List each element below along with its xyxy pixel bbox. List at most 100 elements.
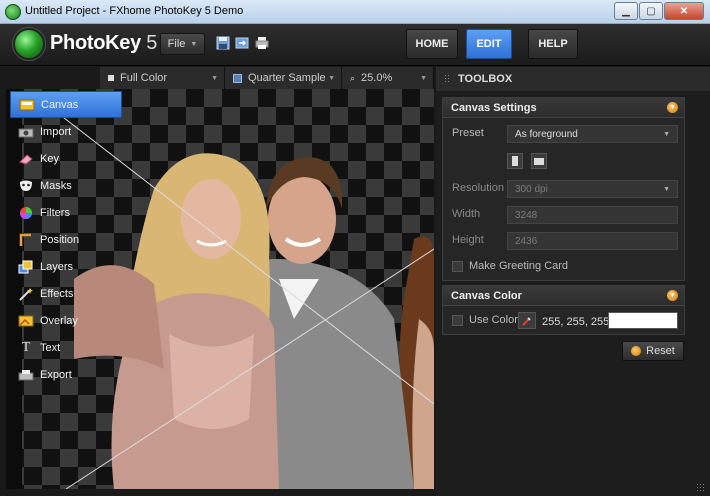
resolution-row: Resolution <box>452 182 512 194</box>
sample-value: Quarter Sample <box>248 72 326 84</box>
mask-icon <box>18 179 34 193</box>
rgb-value: 255, 255, 255 <box>542 316 610 328</box>
sample-icon <box>233 73 242 83</box>
resolution-label: Resolution <box>452 182 504 194</box>
reset-icon <box>631 346 642 356</box>
sidebar-item-key[interactable]: Key <box>10 145 122 172</box>
window-title: Untitled Project - FXhome PhotoKey 5 Dem… <box>25 5 244 17</box>
nav-home-button[interactable]: HOME <box>406 29 458 59</box>
toolbox-title: TOOLBOX <box>458 73 513 85</box>
chevron-down-icon: ▼ <box>663 185 670 193</box>
zoom-select[interactable]: ⌕ 25.0% ▼ <box>342 67 434 89</box>
sidebar-item-overlay[interactable]: Overlay <box>10 307 122 334</box>
preset-value: As foreground <box>515 128 578 140</box>
width-row: Width <box>452 208 512 220</box>
sample-quality-select[interactable]: Quarter Sample ▼ <box>225 67 342 89</box>
sidebar-item-export[interactable]: Export <box>10 361 122 388</box>
logo-name: PhotoKey <box>50 32 141 54</box>
portrait-orientation-button[interactable] <box>507 153 523 169</box>
use-color-row: Use Color <box>452 314 518 326</box>
sidebar-item-import[interactable]: Import <box>10 118 122 145</box>
canvas-icon <box>19 98 35 112</box>
sidebar-item-masks[interactable]: Masks <box>10 172 122 199</box>
sidebar-item-label: Key <box>40 152 59 165</box>
preset-row: Preset <box>452 127 512 139</box>
nav-home-label: HOME <box>415 38 449 50</box>
canvas-color-title: Canvas Color <box>451 289 522 302</box>
width-input[interactable]: 3248 <box>507 206 678 224</box>
sidebar-item-text[interactable]: T Text <box>10 334 122 361</box>
maximize-button[interactable]: ▢ <box>639 2 663 20</box>
layers-icon <box>18 260 34 274</box>
wand-icon <box>18 287 34 301</box>
height-row: Height <box>452 234 512 246</box>
nav-help-label: HELP <box>538 38 568 50</box>
color-mode-select[interactable]: Full Color ▼ <box>100 67 225 89</box>
sidebar-item-layers[interactable]: Layers <box>10 253 122 280</box>
sidebar-item-label: Overlay <box>40 314 78 327</box>
export-icon <box>18 368 34 382</box>
text-icon: T <box>21 339 31 355</box>
sidebar-menu: Canvas Import Key Masks Filters Position Layer… <box>10 91 122 388</box>
greeting-card-row: Make Greeting Card <box>452 260 568 272</box>
sidebar-item-effects[interactable]: Effects <box>10 280 122 307</box>
drag-grip-icon[interactable] <box>444 74 450 84</box>
sidebar-item-position[interactable]: Position <box>10 226 122 253</box>
preset-select[interactable]: As foreground ▼ <box>507 125 678 143</box>
view-toolbar: Full Color ▼ Quarter Sample ▼ ⌕ 25.0% ▼ <box>100 67 434 89</box>
resolution-select[interactable]: 300 dpi ▼ <box>507 180 678 198</box>
height-input[interactable]: 2436 <box>507 232 678 250</box>
color-swatch[interactable] <box>608 312 678 329</box>
nav-help-button[interactable]: HELP <box>528 29 578 59</box>
landscape-icon <box>534 157 544 165</box>
color-mode-value: Full Color <box>120 72 168 84</box>
eraser-icon <box>18 152 34 166</box>
sidebar-item-label: Masks <box>40 179 72 192</box>
file-menu-button[interactable]: File ▼ <box>160 33 205 55</box>
collapse-icon[interactable]: ▼ <box>667 290 678 301</box>
toolbox-header: TOOLBOX <box>436 67 710 91</box>
file-menu-label: File <box>167 38 186 50</box>
sidebar-item-canvas[interactable]: Canvas <box>10 91 122 118</box>
sidebar-item-label: Text <box>40 341 61 354</box>
sidebar-item-filters[interactable]: Filters <box>10 199 122 226</box>
minimize-button[interactable]: ▁ <box>614 2 638 20</box>
height-label: Height <box>452 234 484 246</box>
width-value: 3248 <box>515 209 538 221</box>
app-icon <box>5 4 21 20</box>
greeting-card-checkbox[interactable] <box>452 260 463 272</box>
sidebar-item-label: Filters <box>40 206 70 219</box>
landscape-orientation-button[interactable] <box>531 153 547 169</box>
canvas-settings-title: Canvas Settings <box>451 101 537 114</box>
zoom-value: 25.0% <box>361 72 393 84</box>
chevron-down-icon: ▼ <box>420 74 427 82</box>
resize-grip-icon[interactable] <box>696 483 706 493</box>
eyedropper-button[interactable] <box>518 312 536 329</box>
reset-button[interactable]: Reset <box>622 341 684 361</box>
toolbox-panel: Canvas Settings ▼ Preset As foreground ▼… <box>436 91 710 496</box>
export-image-icon[interactable] <box>235 36 249 50</box>
window-titlebar: Untitled Project - FXhome PhotoKey 5 Dem… <box>0 0 710 24</box>
logo-version: 5 <box>146 32 158 54</box>
nav-edit-label: EDIT <box>476 38 502 50</box>
color-mode-icon <box>108 75 114 81</box>
save-icon[interactable] <box>216 36 230 50</box>
nav-edit-button[interactable]: EDIT <box>466 29 512 59</box>
sidebar-item-label: Import <box>40 125 72 138</box>
camera-icon <box>18 125 34 139</box>
chevron-down-icon: ▼ <box>211 74 218 82</box>
canvas-color-header[interactable]: Canvas Color ▼ <box>443 286 684 306</box>
close-button[interactable]: ✕ <box>664 2 704 20</box>
collapse-icon[interactable]: ▼ <box>667 102 678 113</box>
chevron-down-icon: ▼ <box>190 40 198 48</box>
reset-label: Reset <box>646 345 675 357</box>
chevron-down-icon: ▼ <box>328 74 335 82</box>
print-icon[interactable] <box>255 36 269 50</box>
use-color-checkbox[interactable] <box>452 314 463 326</box>
canvas-settings-header[interactable]: Canvas Settings ▼ <box>443 98 684 118</box>
color-wheel-icon <box>18 206 34 220</box>
sidebar-item-label: Position <box>40 233 80 246</box>
app-header: PhotoKey 5 File ▼ HOME EDIT HELP <box>0 24 710 66</box>
sidebar-item-label: Export <box>40 368 72 381</box>
zoom-icon: ⌕ <box>350 72 356 83</box>
